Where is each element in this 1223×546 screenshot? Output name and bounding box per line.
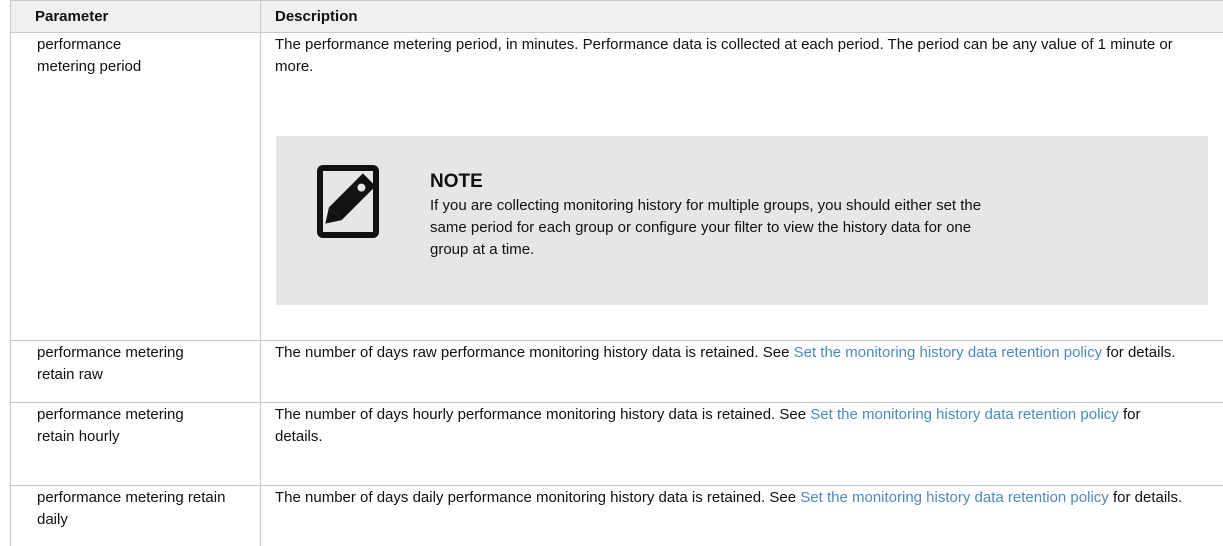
note-text: If you are collecting monitoring history… <box>430 197 982 258</box>
parameter-table: Parameter Description performance meteri… <box>10 0 1223 546</box>
parameter-name: performance metering retain raw <box>37 344 184 383</box>
parameter-name: performance metering period <box>37 36 142 75</box>
description-prefix: The number of days raw performance monit… <box>275 344 794 361</box>
note-pencil-icon <box>317 165 379 238</box>
parameter-name: performance metering retain hourly <box>37 406 184 445</box>
header-parameter: Parameter <box>10 0 261 33</box>
parameter-cell: performance metering retain hourly <box>10 402 261 486</box>
description-cell: The performance metering period, in minu… <box>260 32 1223 341</box>
description-cell: The number of days daily performance mon… <box>260 485 1223 546</box>
table-row: performance metering retain daily The nu… <box>10 485 1223 546</box>
header-description: Description <box>260 0 1223 33</box>
note-title: NOTE <box>430 171 483 192</box>
table-row: performance metering retain hourly The n… <box>10 402 1223 486</box>
parameter-cell: performance metering retain raw <box>10 340 261 403</box>
retention-policy-link[interactable]: Set the monitoring history data retentio… <box>800 489 1109 506</box>
table-row: performance metering retain raw The numb… <box>10 340 1223 403</box>
description-text: The number of days daily performance mon… <box>261 486 1223 509</box>
header-description-label: Description <box>275 8 358 25</box>
retention-policy-link[interactable]: Set the monitoring history data retentio… <box>810 406 1119 423</box>
retention-policy-link[interactable]: Set the monitoring history data retentio… <box>794 344 1103 361</box>
parameter-cell: performance metering period <box>10 32 261 341</box>
header-parameter-label: Parameter <box>35 8 109 25</box>
description-cell: The number of days raw performance monit… <box>260 340 1223 403</box>
description-prefix: The number of days daily performance mon… <box>275 489 801 506</box>
table-row: performance metering period The performa… <box>10 32 1223 341</box>
parameter-name: performance metering retain daily <box>37 489 226 528</box>
description-text: The performance metering period, in minu… <box>275 36 1173 75</box>
note-callout: NOTE If you are collecting monitoring hi… <box>276 136 1208 305</box>
description-text: The number of days raw performance monit… <box>261 341 1223 364</box>
parameter-cell: performance metering retain daily <box>10 485 261 546</box>
description-suffix: for details. <box>1108 489 1183 506</box>
description-cell: The number of days hourly performance mo… <box>260 402 1223 486</box>
table-header-row: Parameter Description <box>10 0 1223 33</box>
description-suffix: for details. <box>1102 344 1176 361</box>
description-text: The number of days hourly performance mo… <box>261 403 1223 448</box>
description-prefix: The number of days hourly performance mo… <box>275 406 811 423</box>
